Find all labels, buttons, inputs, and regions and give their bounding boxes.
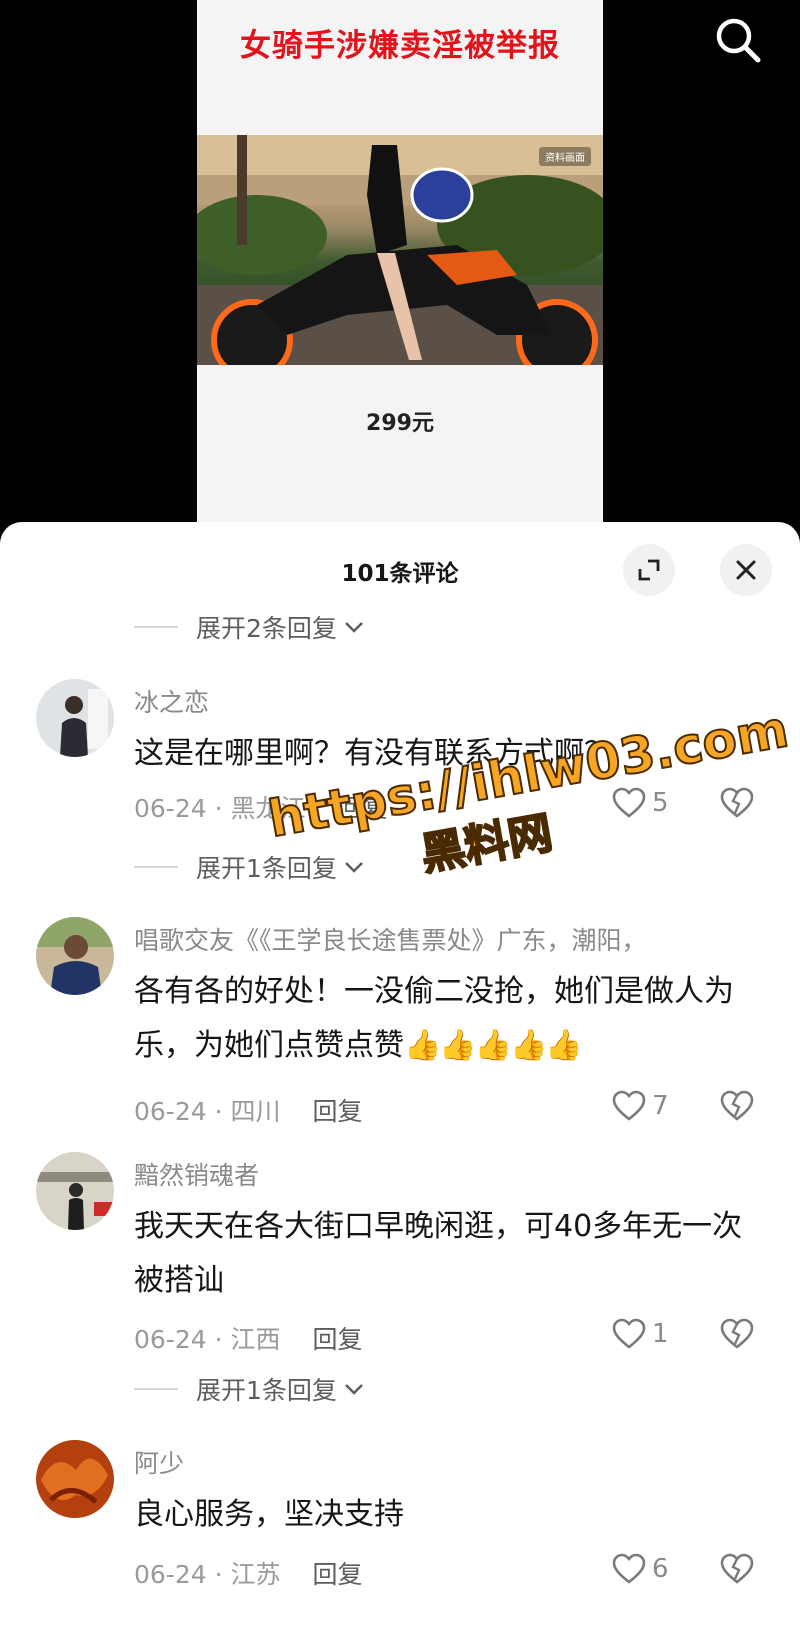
thumbs-up-emoji: 👍👍👍👍👍 [404, 1028, 583, 1063]
like-button[interactable]: 7 [612, 1090, 669, 1122]
comments-count-title: 101条评论 [341, 561, 459, 587]
expand-replies-label: 展开1条回复 [196, 854, 337, 883]
comment-username[interactable]: 阿少 [134, 1444, 184, 1480]
comment-meta: 06-24 · 江西 回复 [134, 1320, 363, 1356]
comment-text: 良心服务，坚决支持 [134, 1497, 404, 1532]
comment-date-location: 06-24 · 江苏 [134, 1560, 281, 1589]
expand-icon [638, 559, 660, 581]
comment-meta: 06-24 · 四川 回复 [134, 1092, 363, 1128]
photo-watermark: 资料画面 [539, 147, 591, 166]
heart-icon [612, 1090, 646, 1121]
heart-icon [612, 1553, 646, 1584]
dislike-button[interactable] [720, 787, 754, 823]
dislike-button[interactable] [720, 1553, 754, 1589]
heart-icon [612, 1318, 646, 1349]
close-button[interactable] [720, 544, 772, 596]
chevron-down-icon [343, 860, 365, 874]
expand-replies-toggle[interactable]: 展开2条回复 [134, 607, 365, 647]
comment-date-location: 06-24 · 江西 [134, 1325, 281, 1354]
comment-username[interactable]: 唱歌交友《《王学良长途售票处》广东，潮阳， [134, 921, 647, 957]
like-count: 7 [652, 1091, 669, 1121]
comment-item: 唱歌交友《《王学良长途售票处》广东，潮阳， 各有各的好处！一没偷二没抢，她们是做… [0, 917, 800, 1137]
expand-replies-label: 展开2条回复 [196, 614, 337, 643]
comment-date-location: 06-24 · 四川 [134, 1097, 281, 1126]
chevron-down-icon [343, 620, 365, 634]
comment-text: 我天天在各大街口早晚闲逛，可40多年无一次被搭讪 [134, 1209, 743, 1298]
avatar[interactable] [36, 1152, 114, 1230]
comment-username[interactable]: 黯然销魂者 [134, 1156, 259, 1192]
motorcycle-rider-illustration [197, 135, 603, 365]
dislike-button[interactable] [720, 1090, 754, 1126]
like-count: 1 [652, 1319, 669, 1349]
avatar[interactable] [36, 1440, 114, 1518]
like-button[interactable]: 1 [612, 1318, 669, 1350]
like-count: 6 [652, 1554, 669, 1584]
avatar[interactable] [36, 917, 114, 995]
broken-heart-icon [720, 787, 754, 818]
divider-line [134, 866, 178, 868]
comment-item: 黯然销魂者 我天天在各大街口早晚闲逛，可40多年无一次被搭讪 06-24 · 江… [0, 1152, 800, 1362]
video-player[interactable]: 女骑手涉嫌卖淫被举报 资料画面 299元 [197, 0, 603, 522]
expand-replies-label: 展开1条回复 [196, 1376, 337, 1405]
video-price-text: 299元 [366, 411, 434, 436]
close-icon [736, 560, 756, 580]
reply-button[interactable]: 回复 [313, 1560, 363, 1589]
broken-heart-icon [720, 1090, 754, 1121]
comment-text: 各有各的好处！一没偷二没抢，她们是做人为乐，为她们点赞点赞👍👍👍👍👍 [134, 965, 754, 1073]
search-button[interactable] [712, 14, 764, 66]
video-image: 资料画面 [197, 135, 603, 365]
expand-button[interactable] [623, 544, 675, 596]
avatar[interactable] [36, 679, 114, 757]
reply-button[interactable]: 回复 [313, 1325, 363, 1354]
chevron-down-icon [343, 1382, 365, 1396]
comment-username[interactable]: 冰之恋 [134, 683, 209, 719]
heart-icon [612, 787, 646, 818]
broken-heart-icon [720, 1318, 754, 1349]
divider-line [134, 626, 178, 628]
divider-line [134, 1388, 178, 1390]
expand-replies-toggle[interactable]: 展开1条回复 [134, 1369, 365, 1409]
comment-date-location: 06-24 · 黑龙江 [134, 794, 306, 823]
search-icon [716, 18, 761, 63]
video-title: 女骑手涉嫌卖淫被举报 [240, 28, 560, 64]
like-button[interactable]: 6 [612, 1553, 669, 1585]
comment-item: 冰之恋 这是在哪里啊？有没有联系方式啊？ 06-24 · 黑龙江 回复 5 [0, 679, 800, 839]
dislike-button[interactable] [720, 1318, 754, 1354]
comment-meta: 06-24 · 黑龙江 回复 [134, 789, 388, 825]
comment-meta: 06-24 · 江苏 回复 [134, 1555, 363, 1591]
comment-text: 这是在哪里啊？有没有联系方式啊？ [134, 736, 614, 771]
reply-button[interactable]: 回复 [313, 1097, 363, 1126]
expand-replies-toggle[interactable]: 展开1条回复 [134, 847, 365, 887]
reply-button[interactable]: 回复 [338, 794, 388, 823]
comment-item: 阿少 良心服务，坚决支持 06-24 · 江苏 回复 6 [0, 1440, 800, 1625]
comments-panel: 101条评论 展开2条回复 冰之恋 这是在哪里啊？有没有联系方式啊？ 06-24… [0, 522, 800, 1625]
like-count: 5 [652, 788, 669, 818]
broken-heart-icon [720, 1553, 754, 1584]
like-button[interactable]: 5 [612, 787, 669, 819]
